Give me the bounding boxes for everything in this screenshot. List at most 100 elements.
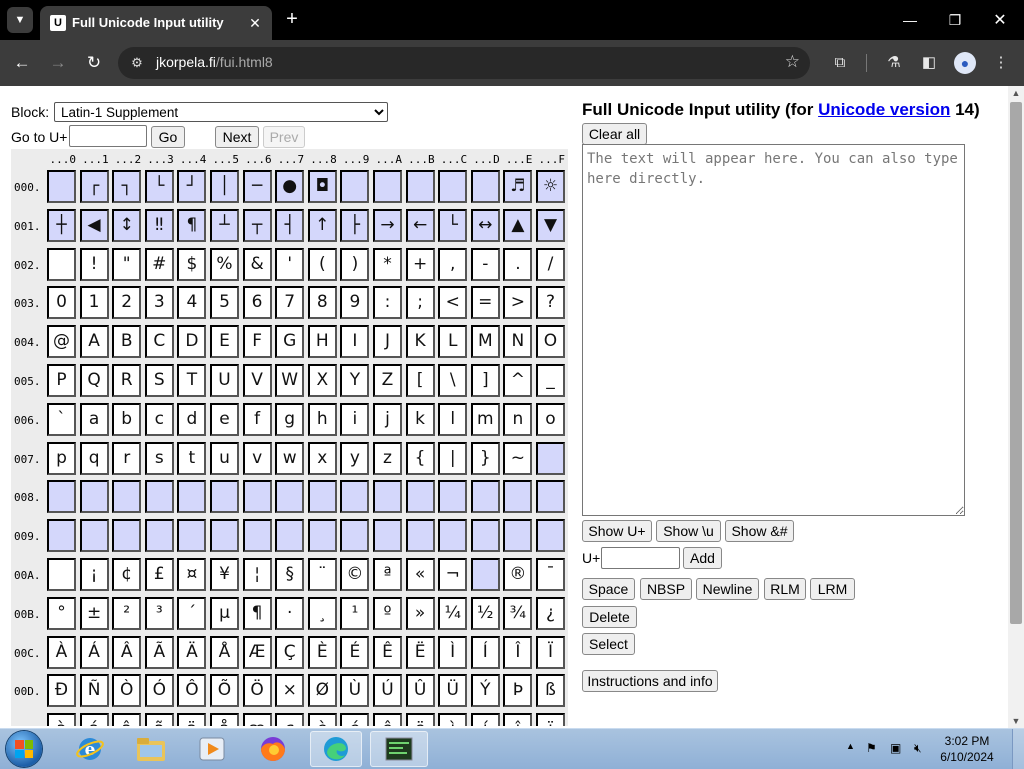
char-cell[interactable]: f <box>242 402 272 436</box>
char-cell[interactable]: ¨ <box>307 558 337 591</box>
char-cell[interactable]: Á <box>79 635 109 669</box>
char-cell[interactable]: ◘ <box>307 170 337 203</box>
char-cell[interactable] <box>177 519 207 553</box>
char-cell[interactable]: ┴ <box>210 208 239 242</box>
char-cell[interactable]: A <box>79 325 109 359</box>
show-desktop-button[interactable] <box>1012 729 1024 769</box>
char-cell[interactable]: @ <box>47 325 76 359</box>
char-cell[interactable]: » <box>405 596 435 630</box>
char-cell[interactable]: Ê <box>373 635 402 669</box>
char-cell[interactable]: © <box>340 558 370 591</box>
char-cell[interactable]: q <box>79 441 109 475</box>
char-cell[interactable] <box>275 480 305 514</box>
bookmark-star-icon[interactable]: ☆ <box>785 52 800 72</box>
char-cell[interactable]: ¿ <box>536 596 565 630</box>
char-cell[interactable]: N <box>503 325 533 359</box>
char-cell[interactable] <box>307 519 337 553</box>
char-cell[interactable]: ) <box>340 247 370 281</box>
char-cell[interactable]: Y <box>340 364 370 397</box>
char-cell[interactable]: Õ <box>210 674 239 708</box>
volume-muted-icon[interactable]: 🔇︎ <box>914 741 922 756</box>
char-cell[interactable] <box>438 480 468 514</box>
profile-icon[interactable]: ● <box>954 52 976 74</box>
forward-icon[interactable]: → <box>45 50 71 76</box>
address-bar[interactable]: ⚙ jkorpela.fi/fui.html8 ☆ <box>118 47 810 79</box>
char-cell[interactable]: w <box>275 441 305 475</box>
char-cell[interactable] <box>242 480 272 514</box>
char-cell[interactable]: Ã <box>144 635 174 669</box>
char-cell[interactable]: ã <box>144 713 174 726</box>
system-clock[interactable]: 3:02 PM 6/10/2024 <box>936 733 998 765</box>
prev-button[interactable]: Prev <box>263 126 305 148</box>
char-cell[interactable]: D <box>177 325 207 359</box>
char-cell[interactable]: l <box>438 402 468 436</box>
char-cell[interactable]: ì <box>438 713 468 726</box>
char-cell[interactable]: < <box>438 286 468 320</box>
char-cell[interactable]: ¦ <box>242 558 272 591</box>
char-cell[interactable]: ´ <box>177 596 207 630</box>
char-cell[interactable]: ; <box>405 286 435 320</box>
char-cell[interactable]: ¸ <box>307 596 337 630</box>
char-cell[interactable] <box>438 170 468 203</box>
char-cell[interactable]: Ô <box>177 674 207 708</box>
char-cell[interactable]: W <box>275 364 305 397</box>
char-cell[interactable]: I <box>340 325 370 359</box>
action-center-flag-icon[interactable]: ⚑ <box>866 741 877 755</box>
char-cell[interactable]: L <box>438 325 468 359</box>
char-cell[interactable]: ─ <box>242 170 272 203</box>
char-cell[interactable]: T <box>177 364 207 397</box>
char-cell[interactable]: ┬ <box>242 208 272 242</box>
char-cell[interactable]: v <box>242 441 272 475</box>
char-cell[interactable]: ¾ <box>503 596 533 630</box>
tab-close-icon[interactable]: ✕ <box>244 12 266 34</box>
char-cell[interactable]: ↕ <box>112 208 142 242</box>
tab-list-icon[interactable]: ▼ <box>7 7 33 33</box>
char-cell[interactable]: ² <box>112 596 142 630</box>
char-cell[interactable]: Æ <box>242 635 272 669</box>
site-info-icon[interactable]: ⚙ <box>128 54 146 72</box>
show-uplus-button[interactable]: Show U+ <box>582 520 652 542</box>
char-cell[interactable]: b <box>112 402 142 436</box>
char-cell[interactable]: M <box>470 325 500 359</box>
char-cell[interactable]: ¯ <box>536 558 565 591</box>
char-cell[interactable]: Ä <box>177 635 207 669</box>
uplus-input[interactable] <box>601 547 680 569</box>
char-cell[interactable]: $ <box>177 247 207 281</box>
char-cell[interactable]: % <box>210 247 239 281</box>
char-cell[interactable]: î <box>503 713 533 726</box>
char-cell[interactable]: É <box>340 635 370 669</box>
char-cell[interactable]: & <box>242 247 272 281</box>
add-button[interactable]: Add <box>683 547 722 569</box>
char-cell[interactable]: Ì <box>438 635 468 669</box>
char-cell[interactable]: ~ <box>503 441 533 475</box>
char-cell[interactable]: ª <box>373 558 402 591</box>
char-cell[interactable] <box>307 480 337 514</box>
reload-icon[interactable]: ↻ <box>81 50 107 76</box>
char-cell[interactable] <box>536 480 565 514</box>
clear-all-button[interactable]: Clear all <box>582 123 647 145</box>
char-cell[interactable]: o <box>536 402 565 436</box>
char-cell[interactable]: ‼ <box>144 208 174 242</box>
file-explorer-icon[interactable] <box>125 731 177 767</box>
char-cell[interactable]: > <box>503 286 533 320</box>
char-cell[interactable]: g <box>275 402 305 436</box>
char-cell[interactable] <box>275 519 305 553</box>
char-cell[interactable]: Ò <box>112 674 142 708</box>
char-cell[interactable]: 8 <box>307 286 337 320</box>
char-cell[interactable]: H <box>307 325 337 359</box>
char-cell[interactable]: u <box>210 441 239 475</box>
labs-icon[interactable]: ⚗ <box>883 52 905 74</box>
char-cell[interactable]: ● <box>275 170 305 203</box>
unicode-version-link[interactable]: Unicode version <box>818 100 950 119</box>
firefox-icon[interactable] <box>247 731 299 767</box>
char-cell[interactable]: e <box>210 402 239 436</box>
char-cell[interactable]: ┤ <box>275 208 305 242</box>
minimize-icon[interactable]: — <box>896 6 924 34</box>
char-cell[interactable]: B <box>112 325 142 359</box>
lrm-button[interactable]: LRM <box>810 578 855 600</box>
network-icon[interactable]: ▣ <box>890 741 901 755</box>
char-cell[interactable]: d <box>177 402 207 436</box>
char-cell[interactable]: : <box>373 286 402 320</box>
char-cell[interactable]: _ <box>536 364 565 397</box>
char-cell[interactable]: ç <box>275 713 305 726</box>
